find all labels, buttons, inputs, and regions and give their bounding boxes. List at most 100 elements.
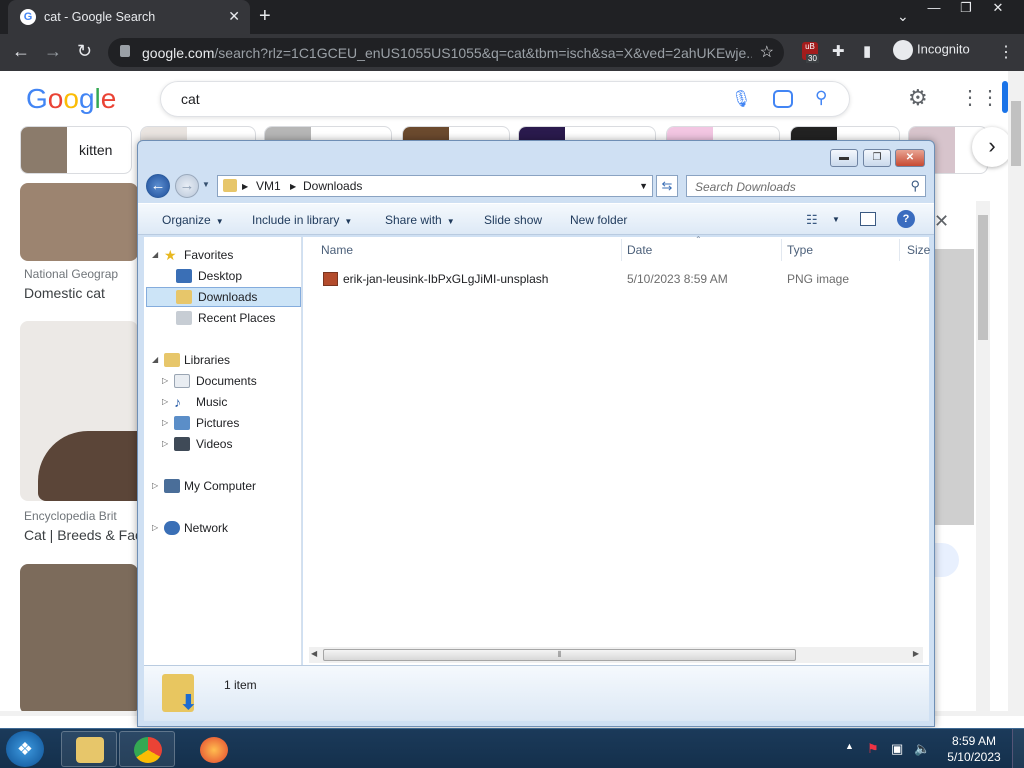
column-header-date[interactable]: Date [627, 243, 652, 257]
network-icon[interactable]: ▣ [891, 741, 903, 757]
close-icon[interactable]: ✕ [934, 211, 949, 232]
share-with-button[interactable]: Share with ▼ [385, 213, 455, 227]
breadcrumb[interactable]: ▶ VM1 ▶ Downloads ▼ [217, 175, 653, 197]
side-panel-icon[interactable]: ▮ [863, 42, 871, 60]
microphone-icon[interactable]: 🎙 [731, 89, 751, 109]
lock-icon[interactable] [120, 45, 130, 57]
column-divider[interactable] [781, 239, 782, 261]
file-name[interactable]: erik-jan-leusink-IbPxGLgJiMI-unsplash [343, 272, 548, 286]
chevron-down-icon: ▼ [446, 217, 455, 226]
taskbar: ❖ ▲ ⚑ ▣ 🔈 8:59 AM 5/10/2023 [0, 728, 1024, 768]
show-desktop-button[interactable] [1012, 729, 1024, 768]
google-lens-icon[interactable] [773, 90, 793, 108]
history-dropdown-icon[interactable]: ▼ [202, 180, 210, 189]
url-text[interactable]: google.com/search?rlz=1C1GCEU_enUS1055US… [142, 45, 752, 61]
column-header-size[interactable]: Size [907, 243, 930, 257]
star-icon[interactable]: ☆ [760, 42, 774, 62]
address-bar[interactable]: google.com/search?rlz=1C1GCEU_enUS1055US… [108, 38, 784, 67]
kebab-menu-icon[interactable]: ⋮ [998, 42, 1014, 62]
incognito-indicator[interactable]: Incognito [893, 40, 970, 60]
breadcrumb-vm1[interactable]: VM1 [256, 179, 281, 193]
reload-icon[interactable]: ↻ [77, 41, 92, 62]
share-with-label: Share with [385, 213, 442, 227]
breadcrumb-downloads[interactable]: Downloads [303, 179, 362, 193]
new-folder-button[interactable]: New folder [570, 213, 627, 227]
page-scrollbar[interactable] [1008, 71, 1024, 716]
expand-icon[interactable]: ▷ [162, 434, 172, 454]
taskbar-chrome[interactable] [119, 731, 175, 767]
new-tab-button[interactable]: + [259, 5, 271, 28]
expand-icon[interactable]: ◢ [152, 245, 162, 265]
result-image[interactable] [20, 183, 138, 261]
result-source[interactable]: National Geograp [24, 267, 118, 281]
column-divider[interactable] [621, 239, 622, 261]
taskbar-firefox[interactable] [185, 731, 241, 767]
minimize-button[interactable]: ▬ [830, 149, 858, 167]
chevron-right-icon[interactable]: ▶ [242, 182, 248, 191]
column-divider[interactable] [899, 239, 900, 261]
google-logo[interactable]: Google [26, 83, 116, 115]
organize-button[interactable]: Organize ▼ [162, 213, 224, 227]
result-source[interactable]: Encyclopedia Brit [24, 509, 117, 523]
gear-icon[interactable]: ⚙ [908, 85, 928, 111]
expand-icon[interactable]: ▷ [152, 518, 162, 538]
explorer-titlebar[interactable]: ▬ ❐ ✕ [138, 141, 934, 171]
show-hidden-icons-icon[interactable]: ▲ [845, 741, 854, 751]
action-center-icon[interactable]: ⚑ [867, 741, 879, 757]
expand-icon[interactable]: ▷ [162, 371, 172, 391]
chevron-down-icon[interactable]: ▼ [639, 181, 648, 191]
horizontal-scrollbar[interactable]: ◀ ⦀ ▶ [309, 647, 923, 663]
search-input[interactable]: Search Downloads ⚲ [686, 175, 926, 197]
puzzle-icon[interactable]: ✚ [832, 42, 845, 60]
search-icon[interactable]: ⚲ [910, 178, 920, 194]
help-icon[interactable]: ? [897, 210, 915, 228]
chevron-down-icon[interactable]: ▼ [832, 215, 840, 224]
chevron-right-icon[interactable]: ▶ [290, 182, 296, 191]
tab-close-icon[interactable]: ✕ [228, 8, 240, 25]
result-image[interactable] [20, 564, 138, 714]
scroll-left-icon[interactable]: ◀ [311, 649, 317, 658]
back-arrow-icon[interactable]: ← [12, 41, 30, 62]
forward-arrow-icon[interactable]: → [44, 41, 62, 62]
browser-tab[interactable]: G cat - Google Search ✕ [8, 0, 250, 34]
result-title[interactable]: Cat | Breeds & Fac [24, 527, 142, 543]
chevron-right-icon[interactable]: › [972, 127, 1012, 167]
search-icon[interactable]: ⚲ [815, 88, 827, 108]
chrome-tab-strip: G cat - Google Search ✕ + ⌄ — ❐ ✕ [0, 0, 1024, 34]
taskbar-file-explorer[interactable] [61, 731, 117, 767]
expand-icon[interactable]: ▷ [162, 392, 172, 412]
search-query[interactable]: cat [181, 91, 200, 107]
volume-icon[interactable]: 🔈 [914, 741, 930, 757]
forward-arrow-icon[interactable]: → [175, 174, 199, 198]
refresh-icon[interactable]: ⇆ [656, 175, 678, 197]
expand-icon[interactable]: ▷ [152, 476, 162, 496]
scroll-right-icon[interactable]: ▶ [913, 649, 919, 658]
chip-kitten[interactable]: kitten [20, 126, 132, 174]
close-window-button[interactable]: ✕ [982, 0, 1014, 16]
google-search-box[interactable]: cat 🎙 ⚲ [160, 81, 850, 117]
music-icon: ♪ [174, 394, 181, 410]
close-button[interactable]: ✕ [895, 149, 925, 167]
restore-button[interactable]: ❐ [950, 0, 982, 16]
column-header-name[interactable]: Name [321, 243, 353, 257]
maximize-button[interactable]: ❐ [863, 149, 891, 167]
system-clock[interactable]: 8:59 AM 5/10/2023 [946, 733, 1002, 765]
result-title[interactable]: Domestic cat [24, 285, 105, 301]
page-scrollbar-thumb[interactable] [1011, 101, 1021, 166]
scrollbar-thumb[interactable]: ⦀ [323, 649, 796, 661]
preview-scrollbar-thumb[interactable] [978, 215, 988, 340]
column-header-type[interactable]: Type [787, 243, 813, 257]
tab-search-button[interactable]: ⌄ [897, 8, 909, 25]
include-in-library-button[interactable]: Include in library ▼ [252, 213, 352, 227]
view-icon[interactable]: ☷ [806, 212, 818, 228]
minimize-button[interactable]: — [918, 0, 950, 15]
preview-pane-icon[interactable] [860, 212, 876, 226]
expand-icon[interactable]: ▷ [162, 413, 172, 433]
preview-scrollbar[interactable] [976, 201, 990, 716]
back-arrow-icon[interactable]: ← [146, 174, 170, 198]
expand-icon[interactable]: ◢ [152, 350, 162, 370]
windows-start-icon[interactable]: ❖ [6, 731, 44, 767]
slide-show-button[interactable]: Slide show [484, 213, 542, 227]
logo-letter: o [47, 83, 64, 114]
preview-image[interactable] [935, 249, 974, 525]
